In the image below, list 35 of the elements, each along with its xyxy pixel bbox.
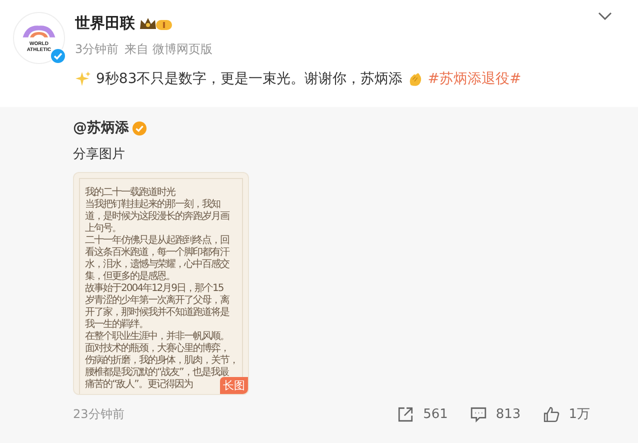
image-text-line: 二十一年仿佛只是从起跑到终点，回 [85, 235, 229, 246]
image-text-line: 在整个职业生涯中，并非一帆风顺。 [85, 331, 229, 342]
comment-icon[interactable] [470, 406, 487, 422]
repost-time: 23分钟前 [73, 406, 124, 422]
image-text-line: 水，泪水，遗憾与荣耀，心中百感交 [85, 259, 229, 270]
image-text-line: 当我把钉鞋挂起来的那一刻，我知 [85, 199, 220, 210]
crown-badge-icon [139, 16, 173, 32]
stat-count: 1万 [568, 406, 590, 423]
image-text-line: 伤病的折磨，我的身体，肌肉，关节， [85, 355, 238, 366]
image-text-line: 上句号。 [85, 223, 121, 234]
post-source: 来自 微博网页版 [124, 41, 212, 58]
image-text-line: 痛苦的“敌人”。更记得因为 [85, 379, 192, 391]
image-title: 我的二十一载跑道时光 [85, 187, 175, 198]
post-text: 9秒83不只是数字，更是一束光。谢谢你，苏炳添 [96, 70, 403, 88]
sparkle-icon [75, 71, 91, 87]
image-text-line: 面对技术的瓶颈，大赛心里的博弈， [85, 343, 229, 354]
long-image[interactable] [73, 172, 249, 395]
image-text-line: 看这条百米跑道，每一个脚印都有汗 [85, 247, 229, 258]
thumbs-up-icon[interactable] [542, 406, 560, 422]
stat-count: 813 [496, 406, 521, 422]
repost-text: 分享图片 [73, 146, 126, 163]
chevron-down-icon[interactable] [598, 12, 612, 20]
repost-author[interactable]: @苏炳添 [73, 119, 129, 137]
long-image-badge: 长图 [220, 377, 248, 394]
image-text-line: 腰椎都是我沉默的“战友”，也是我最 [85, 367, 228, 378]
image-text-line: 道，是时候为这段漫长的奔跑岁月画 [85, 211, 229, 222]
image-text-line: 开了家，那时候我并不知道跑道将是 [85, 307, 229, 318]
image-text-line: 故事始于2004年12月9日，那个15 [85, 283, 224, 294]
image-text-line: 我一生的羁绊。 [85, 319, 148, 330]
author-name[interactable]: 世界田联 [75, 14, 135, 33]
image-text-line: 岁青涩的少年第一次离开了父母，离 [85, 295, 229, 306]
share-icon[interactable] [397, 406, 414, 422]
stat-count: 561 [423, 406, 448, 422]
post-time: 3分钟前 [75, 41, 119, 58]
image-text-line: 集，但更多的是感恩。 [85, 271, 175, 282]
